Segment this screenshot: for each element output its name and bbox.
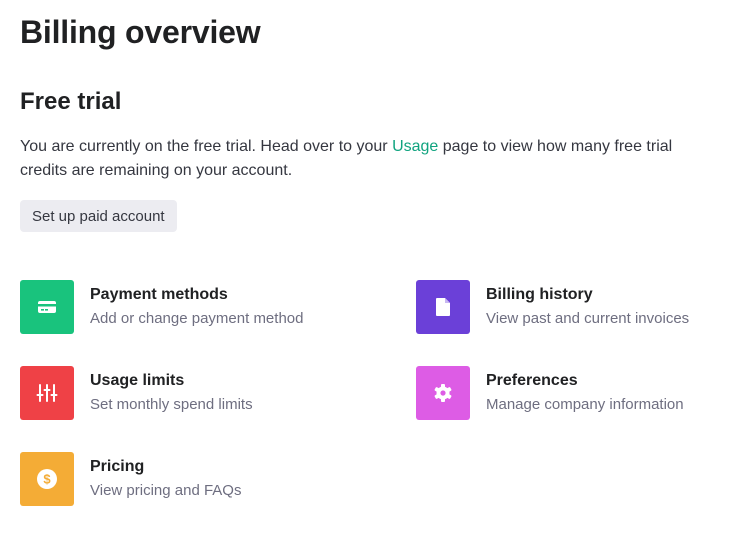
usage-link[interactable]: Usage: [392, 138, 438, 155]
card-title: Payment methods: [90, 286, 228, 303]
payment-methods-card[interactable]: Payment methods Add or change payment me…: [20, 280, 340, 336]
gear-hole: [440, 390, 446, 396]
card-subtitle: Add or change payment method: [90, 310, 304, 327]
preferences-card[interactable]: Preferences Manage company information: [416, 366, 736, 422]
billing-history-tile: [416, 280, 470, 334]
card-subtitle: Manage company information: [486, 396, 684, 413]
usage-limits-tile: [20, 366, 74, 420]
gear-icon: [434, 384, 452, 402]
free-trial-description: You are currently on the free trial. Hea…: [20, 135, 680, 183]
page-title: Billing overview: [20, 14, 261, 50]
card-title: Pricing: [90, 458, 145, 475]
document-fold: [445, 298, 450, 303]
description-text-before: You are currently on the free trial. Hea…: [20, 138, 393, 155]
free-trial-heading: Free trial: [20, 88, 122, 115]
card-stripe: [38, 304, 56, 307]
preferences-tile: [416, 366, 470, 420]
sliders-icon: [36, 384, 58, 402]
pricing-tile: $: [20, 452, 74, 506]
payment-methods-tile: [20, 280, 74, 334]
credit-card-icon: [38, 301, 56, 313]
card-title: Billing history: [486, 286, 593, 303]
billing-history-card[interactable]: Billing history View past and current in…: [416, 280, 736, 336]
card-subtitle: View pricing and FAQs: [90, 482, 242, 499]
set-up-paid-account-button[interactable]: Set up paid account: [20, 200, 177, 232]
card-chip-left: [41, 309, 44, 311]
card-title: Preferences: [486, 372, 578, 389]
card-title: Usage limits: [90, 372, 185, 389]
dollar-sign: $: [43, 472, 51, 487]
usage-limits-card[interactable]: Usage limits Set monthly spend limits: [20, 366, 340, 422]
dollar-icon: $: [37, 469, 57, 489]
card-subtitle: View past and current invoices: [486, 310, 690, 327]
card-chip-right: [45, 309, 48, 311]
pricing-card[interactable]: $ Pricing View pricing and FAQs: [20, 452, 340, 508]
card-subtitle: Set monthly spend limits: [90, 396, 253, 413]
document-icon: [436, 298, 450, 316]
